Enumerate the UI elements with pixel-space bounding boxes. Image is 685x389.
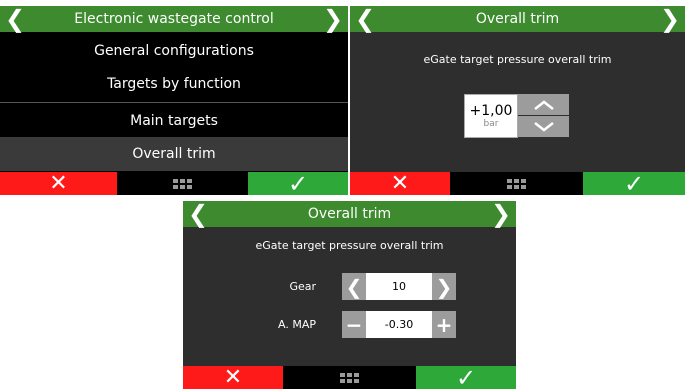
cancel-button[interactable]: ✕ — [183, 365, 283, 389]
forward-arrow-icon[interactable]: ❯ — [322, 6, 344, 33]
plus-icon: + — [435, 312, 453, 337]
decrease-button[interactable] — [518, 116, 569, 137]
menu-item-overall-trim[interactable]: Overall trim — [0, 137, 348, 171]
panel-title: Overall trim — [475, 11, 560, 27]
grid-icon — [507, 178, 526, 189]
map-decrease-button[interactable]: − — [342, 311, 366, 338]
close-icon: ✕ — [49, 171, 68, 195]
close-icon: ✕ — [223, 365, 243, 389]
chevron-down-icon — [533, 121, 554, 132]
bottom-bar: ✕ ✓ — [183, 363, 516, 389]
map-increase-button[interactable]: + — [432, 311, 456, 338]
gear-value-field[interactable]: 10 — [366, 273, 432, 300]
cancel-button[interactable]: ✕ — [350, 171, 450, 195]
panel-title: Electronic wastegate control — [74, 11, 274, 27]
menu-item-general-configurations[interactable]: General configurations — [0, 36, 348, 66]
forward-arrow-icon[interactable]: ❯ — [490, 201, 512, 228]
minus-icon: − — [345, 312, 363, 337]
gear-value: 10 — [392, 280, 406, 293]
menu-button[interactable] — [117, 172, 248, 195]
map-value-field[interactable]: -0.30 — [366, 311, 432, 338]
menu-item-targets-by-function[interactable]: Targets by function — [0, 68, 348, 100]
gear-label: Gear — [289, 280, 316, 293]
chevron-right-icon: ❯ — [435, 274, 453, 299]
wastegate-menu-panel: ❮ Electronic wastegate control ❯ General… — [0, 6, 348, 195]
divider — [0, 102, 348, 103]
menu-button[interactable] — [283, 366, 416, 389]
panel-header: ❮ Overall trim ❯ — [183, 201, 516, 228]
confirm-button[interactable]: ✓ — [583, 169, 685, 196]
check-icon: ✓ — [455, 363, 477, 389]
panel-title: Overall trim — [307, 206, 392, 222]
confirm-button[interactable]: ✓ — [248, 169, 348, 196]
map-value: -0.30 — [384, 318, 414, 331]
chevron-up-icon — [533, 99, 554, 110]
gear-previous-button[interactable]: ❮ — [342, 273, 366, 300]
panel-header: ❮ Overall trim ❯ — [350, 6, 685, 33]
menu-item-main-targets[interactable]: Main targets — [0, 106, 348, 136]
map-label: A. MAP — [278, 318, 316, 331]
check-icon: ✓ — [287, 169, 309, 196]
trim-value: +1,00 — [469, 103, 513, 119]
gear-next-button[interactable]: ❯ — [432, 273, 456, 300]
menu-button[interactable] — [450, 172, 583, 195]
back-arrow-icon[interactable]: ❮ — [4, 6, 26, 33]
back-arrow-icon[interactable]: ❮ — [187, 201, 209, 228]
overall-trim-gear-panel: ❮ Overall trim ❯ eGate target pressure o… — [183, 201, 516, 389]
bottom-bar: ✕ ✓ — [0, 169, 348, 196]
bottom-bar: ✕ ✓ — [350, 169, 685, 196]
trim-description: eGate target pressure overall trim — [255, 239, 444, 252]
close-icon: ✕ — [390, 171, 410, 195]
grid-icon — [340, 372, 359, 383]
check-icon: ✓ — [623, 169, 645, 196]
trim-description: eGate target pressure overall trim — [423, 53, 612, 66]
back-arrow-icon[interactable]: ❮ — [354, 6, 376, 33]
trim-unit: bar — [483, 119, 499, 129]
trim-value-display: +1,00 bar — [464, 94, 518, 138]
chevron-left-icon: ❮ — [345, 274, 363, 299]
forward-arrow-icon[interactable]: ❯ — [659, 6, 681, 33]
cancel-button[interactable]: ✕ — [0, 171, 117, 195]
confirm-button[interactable]: ✓ — [416, 363, 516, 389]
increase-button[interactable] — [518, 94, 569, 115]
grid-icon — [173, 178, 192, 189]
panel-header: ❮ Electronic wastegate control ❯ — [0, 6, 348, 33]
overall-trim-panel: ❮ Overall trim ❯ eGate target pressure o… — [350, 6, 685, 195]
